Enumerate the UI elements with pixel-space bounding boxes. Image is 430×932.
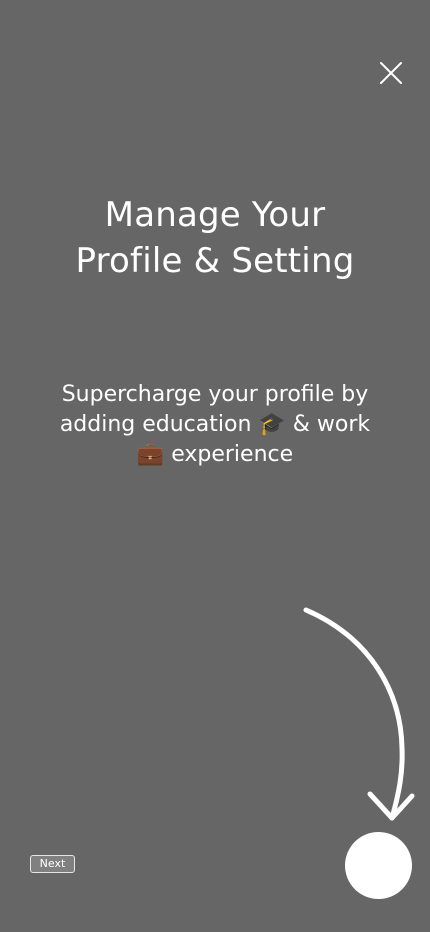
next-button[interactable]: Next	[30, 855, 75, 873]
description-text: Supercharge your profile by adding educa…	[40, 380, 390, 470]
title-line-1: Manage Your	[104, 195, 326, 235]
description-line-1: Supercharge your profile by	[61, 382, 369, 407]
onboarding-overlay: Manage Your Profile & Setting Supercharg…	[0, 0, 430, 932]
highlight-target-button[interactable]	[345, 832, 412, 899]
close-button[interactable]	[374, 56, 408, 90]
title-line-2: Profile & Setting	[75, 241, 355, 281]
page-title: Manage Your Profile & Setting	[0, 192, 430, 284]
close-icon	[380, 62, 402, 84]
curved-arrow-down-icon	[303, 607, 415, 821]
description-line-2: adding education 🎓 & work	[59, 412, 371, 437]
description-line-3: 💼 experience	[136, 442, 294, 467]
